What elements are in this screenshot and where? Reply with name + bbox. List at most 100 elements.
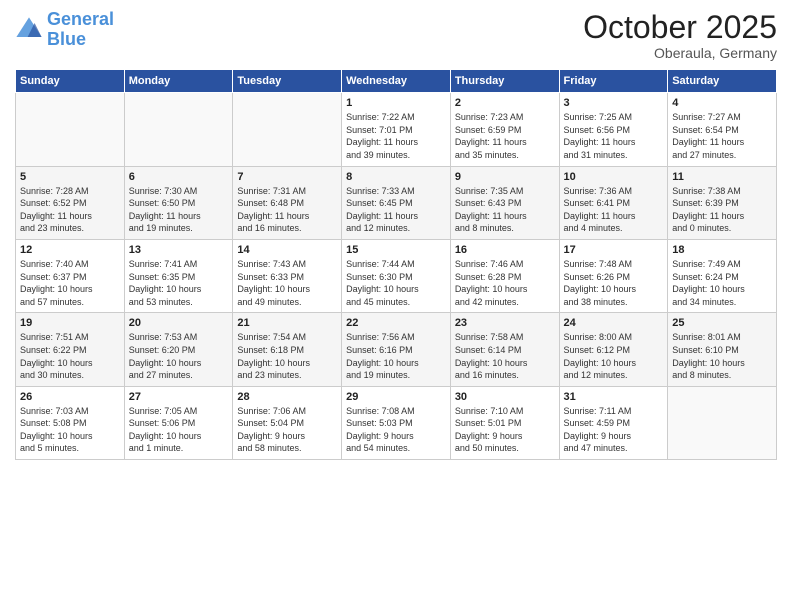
calendar-cell: 24 Sunrise: 8:00 AM Sunset: 6:12 PM Dayli… [559,313,668,386]
day-info: Sunrise: 8:01 AM Sunset: 6:10 PM Dayligh… [672,331,772,381]
calendar-cell: 19 Sunrise: 7:51 AM Sunset: 6:22 PM Dayli… [16,313,125,386]
calendar-cell: 6Sunrise: 7:30 AM Sunset: 6:50 PM Daylig… [124,166,233,239]
logo-icon [15,16,43,44]
calendar-cell: 16 Sunrise: 7:46 AM Sunset: 6:28 PM Dayli… [450,239,559,312]
calendar-cell: 15Sunrise: 7:44 AM Sunset: 6:30 PM Dayli… [342,239,451,312]
day-number: 28 [237,391,337,403]
calendar-cell: 8 Sunrise: 7:33 AM Sunset: 6:45 PM Daylig… [342,166,451,239]
day-info: Sunrise: 7:08 AM Sunset: 5:03 PM Dayligh… [346,405,446,455]
day-info: Sunrise: 7:41 AM Sunset: 6:35 PM Dayligh… [129,258,229,308]
calendar-week-row: 19 Sunrise: 7:51 AM Sunset: 6:22 PM Dayli… [16,313,777,386]
day-number: 22 [346,317,446,329]
day-info: Sunrise: 7:25 AM Sunset: 6:56 PM Dayligh… [564,111,664,161]
day-number: 8 [346,171,446,183]
calendar-cell: 11 Sunrise: 7:38 AM Sunset: 6:39 PM Dayli… [668,166,777,239]
day-info: Sunrise: 7:03 AM Sunset: 5:08 PM Dayligh… [20,405,120,455]
weekday-header: Monday [124,70,233,93]
day-number: 24 [564,317,664,329]
day-info: Sunrise: 7:35 AM Sunset: 6:43 PM Dayligh… [455,185,555,235]
day-info: Sunrise: 7:23 AM Sunset: 6:59 PM Dayligh… [455,111,555,161]
calendar-cell: 13 Sunrise: 7:41 AM Sunset: 6:35 PM Dayli… [124,239,233,312]
logo-text: General Blue [47,10,114,50]
day-info: Sunrise: 7:33 AM Sunset: 6:45 PM Dayligh… [346,185,446,235]
calendar-cell: 5Sunrise: 7:28 AM Sunset: 6:52 PM Daylig… [16,166,125,239]
day-info: Sunrise: 7:36 AM Sunset: 6:41 PM Dayligh… [564,185,664,235]
calendar-week-row: 26 Sunrise: 7:03 AM Sunset: 5:08 PM Dayli… [16,386,777,459]
day-number: 23 [455,317,555,329]
day-number: 20 [129,317,229,329]
header: General Blue October 2025 Oberaula, Germ… [15,10,777,61]
day-number: 31 [564,391,664,403]
calendar-cell: 29 Sunrise: 7:08 AM Sunset: 5:03 PM Dayli… [342,386,451,459]
logo-blue: Blue [47,29,86,49]
calendar-week-row: 1Sunrise: 7:22 AM Sunset: 7:01 PM Daylig… [16,93,777,166]
day-number: 3 [564,97,664,109]
day-number: 5 [20,171,120,183]
day-number: 17 [564,244,664,256]
day-info: Sunrise: 7:51 AM Sunset: 6:22 PM Dayligh… [20,331,120,381]
day-number: 7 [237,171,337,183]
day-number: 13 [129,244,229,256]
day-info: Sunrise: 7:38 AM Sunset: 6:39 PM Dayligh… [672,185,772,235]
page: General Blue October 2025 Oberaula, Germ… [0,0,792,612]
calendar-cell: 7 Sunrise: 7:31 AM Sunset: 6:48 PM Daylig… [233,166,342,239]
day-info: Sunrise: 7:43 AM Sunset: 6:33 PM Dayligh… [237,258,337,308]
day-info: Sunrise: 7:49 AM Sunset: 6:24 PM Dayligh… [672,258,772,308]
calendar-cell: 26 Sunrise: 7:03 AM Sunset: 5:08 PM Dayli… [16,386,125,459]
day-info: Sunrise: 7:05 AM Sunset: 5:06 PM Dayligh… [129,405,229,455]
day-number: 30 [455,391,555,403]
day-number: 27 [129,391,229,403]
title-block: October 2025 Oberaula, Germany [583,10,777,61]
calendar-cell: 22 Sunrise: 7:56 AM Sunset: 6:16 PM Dayli… [342,313,451,386]
calendar-cell [668,386,777,459]
calendar-week-row: 5Sunrise: 7:28 AM Sunset: 6:52 PM Daylig… [16,166,777,239]
day-info: Sunrise: 7:22 AM Sunset: 7:01 PM Dayligh… [346,111,446,161]
day-info: Sunrise: 7:54 AM Sunset: 6:18 PM Dayligh… [237,331,337,381]
calendar-cell: 18 Sunrise: 7:49 AM Sunset: 6:24 PM Dayli… [668,239,777,312]
calendar-cell [124,93,233,166]
day-info: Sunrise: 7:10 AM Sunset: 5:01 PM Dayligh… [455,405,555,455]
calendar-cell: 17 Sunrise: 7:48 AM Sunset: 6:26 PM Dayli… [559,239,668,312]
day-info: Sunrise: 7:56 AM Sunset: 6:16 PM Dayligh… [346,331,446,381]
day-number: 15 [346,244,446,256]
day-number: 10 [564,171,664,183]
calendar-cell: 20Sunrise: 7:53 AM Sunset: 6:20 PM Dayli… [124,313,233,386]
day-info: Sunrise: 7:40 AM Sunset: 6:37 PM Dayligh… [20,258,120,308]
weekday-header: Tuesday [233,70,342,93]
calendar-cell: 14Sunrise: 7:43 AM Sunset: 6:33 PM Dayli… [233,239,342,312]
day-info: Sunrise: 7:31 AM Sunset: 6:48 PM Dayligh… [237,185,337,235]
day-number: 26 [20,391,120,403]
calendar-cell: 28Sunrise: 7:06 AM Sunset: 5:04 PM Dayli… [233,386,342,459]
calendar-cell: 31 Sunrise: 7:11 AM Sunset: 4:59 PM Dayli… [559,386,668,459]
day-number: 21 [237,317,337,329]
calendar-cell: 30 Sunrise: 7:10 AM Sunset: 5:01 PM Dayli… [450,386,559,459]
calendar-cell: 21 Sunrise: 7:54 AM Sunset: 6:18 PM Dayli… [233,313,342,386]
day-info: Sunrise: 7:30 AM Sunset: 6:50 PM Dayligh… [129,185,229,235]
header-row: SundayMondayTuesdayWednesdayThursdayFrid… [16,70,777,93]
calendar-cell: 12 Sunrise: 7:40 AM Sunset: 6:37 PM Dayli… [16,239,125,312]
day-number: 4 [672,97,772,109]
day-number: 29 [346,391,446,403]
day-info: Sunrise: 8:00 AM Sunset: 6:12 PM Dayligh… [564,331,664,381]
calendar-cell: 2 Sunrise: 7:23 AM Sunset: 6:59 PM Daylig… [450,93,559,166]
calendar-cell: 9Sunrise: 7:35 AM Sunset: 6:43 PM Daylig… [450,166,559,239]
day-number: 11 [672,171,772,183]
day-number: 16 [455,244,555,256]
weekday-header: Thursday [450,70,559,93]
day-info: Sunrise: 7:48 AM Sunset: 6:26 PM Dayligh… [564,258,664,308]
day-number: 12 [20,244,120,256]
day-info: Sunrise: 7:11 AM Sunset: 4:59 PM Dayligh… [564,405,664,455]
calendar-cell [233,93,342,166]
calendar-table: SundayMondayTuesdayWednesdayThursdayFrid… [15,69,777,460]
logo-general: General [47,9,114,29]
day-info: Sunrise: 7:27 AM Sunset: 6:54 PM Dayligh… [672,111,772,161]
location: Oberaula, Germany [583,45,777,61]
weekday-header: Sunday [16,70,125,93]
weekday-header: Saturday [668,70,777,93]
day-info: Sunrise: 7:58 AM Sunset: 6:14 PM Dayligh… [455,331,555,381]
day-info: Sunrise: 7:46 AM Sunset: 6:28 PM Dayligh… [455,258,555,308]
day-number: 18 [672,244,772,256]
day-number: 2 [455,97,555,109]
day-number: 19 [20,317,120,329]
calendar-cell: 23 Sunrise: 7:58 AM Sunset: 6:14 PM Dayli… [450,313,559,386]
